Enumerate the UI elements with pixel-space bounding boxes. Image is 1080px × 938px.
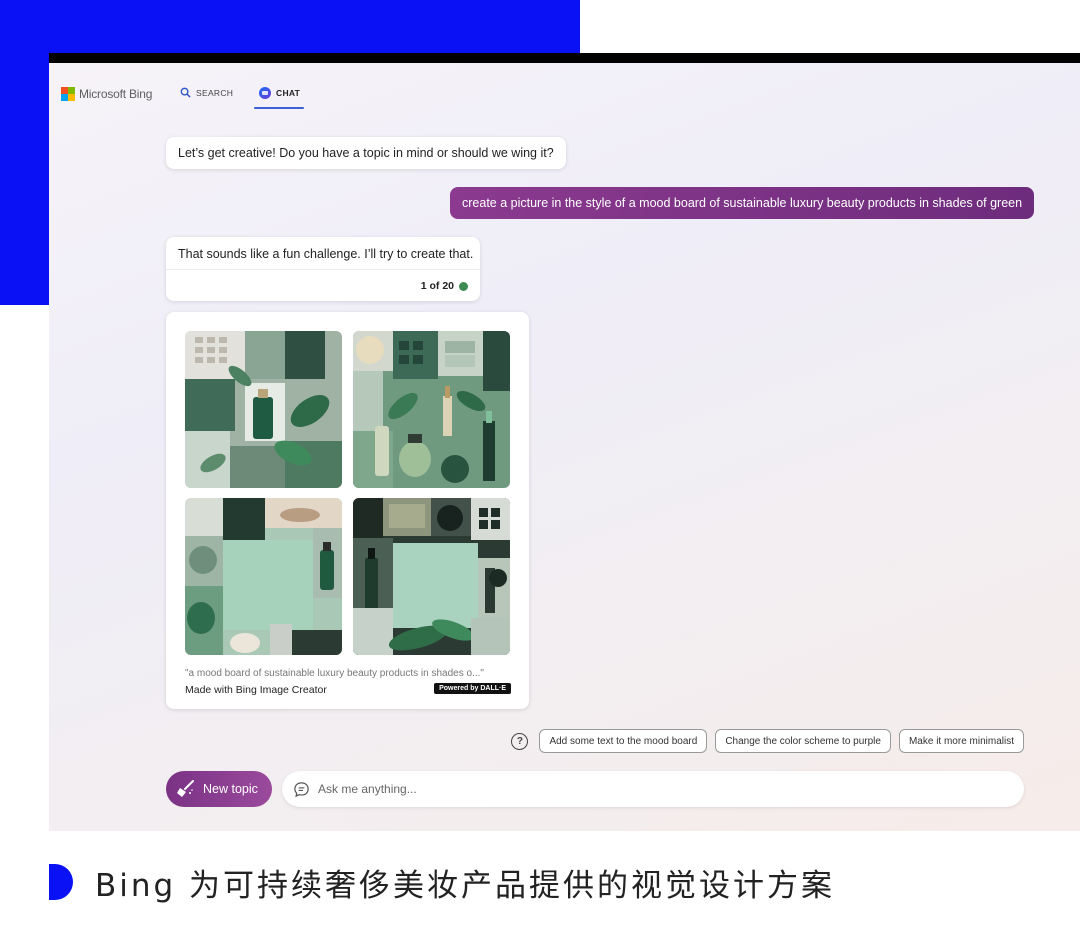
top-bar: Microsoft Bing SEARCH CHAT xyxy=(49,63,1080,123)
user-message-text: create a picture in the style of a mood … xyxy=(462,196,1023,210)
generated-image-4[interactable] xyxy=(353,498,510,655)
tab-chat-label: CHAT xyxy=(276,88,301,98)
tab-search-label: SEARCH xyxy=(196,87,234,98)
search-icon xyxy=(180,87,191,98)
active-tab-indicator xyxy=(254,107,304,109)
bing-logo[interactable]: Microsoft Bing xyxy=(61,87,152,101)
bot-reply-text: That sounds like a fun challenge. I’ll t… xyxy=(178,247,474,261)
powered-by-dalle-badge: Powered by DALL·E xyxy=(434,683,511,694)
bot-greeting-text: Let’s get creative! Do you have a topic … xyxy=(178,146,554,160)
tab-search[interactable]: SEARCH xyxy=(180,87,233,98)
new-topic-button[interactable]: New topic xyxy=(166,771,272,807)
suggestion-chip-change-color[interactable]: Change the color scheme to purple xyxy=(715,729,891,753)
tab-chat[interactable]: CHAT xyxy=(259,87,300,99)
page-caption: Bing 为可持续奢侈美妆产品提供的视觉设计方案 xyxy=(49,862,836,904)
broom-icon xyxy=(177,780,194,797)
logo-text: Microsoft Bing xyxy=(79,87,153,101)
bing-chat-screen: Microsoft Bing SEARCH CHAT Let’s get cre… xyxy=(49,63,1080,831)
generated-image-2[interactable] xyxy=(353,331,510,488)
suggestion-chips: ? Add some text to the mood board Change… xyxy=(511,729,1024,753)
reply-counter: 1 of 20 xyxy=(421,280,468,292)
ask-input[interactable]: Ask me anything... xyxy=(282,771,1024,807)
ask-placeholder: Ask me anything... xyxy=(318,782,417,796)
caption-marker xyxy=(49,864,73,900)
message-divider xyxy=(166,269,480,270)
page-caption-text: Bing 为可持续奢侈美妆产品提供的视觉设计方案 xyxy=(95,867,836,904)
generated-images-card: "a mood board of sustainable luxury beau… xyxy=(166,312,529,709)
suggestion-chip-minimalist[interactable]: Make it more minimalist xyxy=(898,729,1024,753)
new-topic-label: New topic xyxy=(203,782,258,796)
chat-bubble-icon xyxy=(294,781,309,797)
suggestion-chip-add-text[interactable]: Add some text to the mood board xyxy=(539,729,708,753)
image-prompt-caption: "a mood board of sustainable luxury beau… xyxy=(185,668,484,679)
generated-image-1[interactable] xyxy=(185,331,342,488)
bot-message-greeting: Let’s get creative! Do you have a topic … xyxy=(166,137,566,169)
chat-icon xyxy=(259,87,271,99)
help-icon[interactable]: ? xyxy=(511,732,529,750)
generated-image-3[interactable] xyxy=(185,498,342,655)
microsoft-logo-icon xyxy=(61,87,75,101)
reply-counter-text: 1 of 20 xyxy=(420,280,454,292)
made-with-label: Made with Bing Image Creator xyxy=(185,684,327,696)
bot-message-reply: That sounds like a fun challenge. I’ll t… xyxy=(166,237,480,301)
status-dot-icon xyxy=(459,281,468,291)
user-message: create a picture in the style of a mood … xyxy=(450,187,1035,219)
